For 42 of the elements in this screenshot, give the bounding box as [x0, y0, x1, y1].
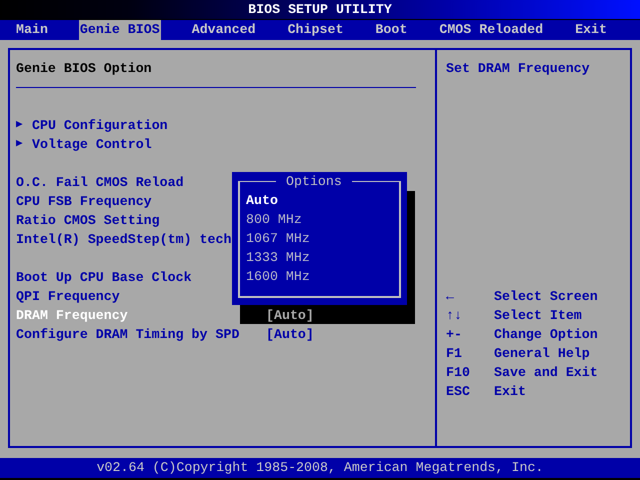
menu-tab[interactable]: Main: [15, 20, 49, 40]
setting-label[interactable]: Ratio CMOS Setting: [16, 211, 160, 230]
key-label: ←: [446, 288, 455, 306]
key-action: General Help: [494, 345, 590, 363]
option-item[interactable]: 1067 MHz: [246, 229, 310, 248]
submenu-arrow-icon: ▶: [16, 135, 32, 154]
option-item[interactable]: 1333 MHz: [246, 248, 310, 267]
option-item[interactable]: 800 MHz: [246, 210, 310, 229]
key-label: ESC: [446, 383, 471, 401]
key-action: Exit: [494, 383, 526, 401]
key-action: Select Item: [494, 307, 582, 325]
setting-value[interactable]: [Auto]: [266, 306, 314, 325]
key-action: Select Screen: [494, 288, 598, 306]
key-action: Change Option: [494, 326, 598, 344]
setting-label[interactable]: QPI Frequency: [16, 287, 120, 306]
window-title: BIOS SETUP UTILITY: [248, 2, 392, 17]
option-item[interactable]: Auto: [246, 191, 310, 210]
key-label: ↑↓: [446, 307, 463, 325]
popup-title: Options: [276, 172, 352, 191]
setting-label[interactable]: O.C. Fail CMOS Reload: [16, 173, 184, 192]
help-text: Set DRAM Frequency: [446, 60, 591, 78]
key-action: Save and Exit: [494, 364, 598, 382]
menu-tab[interactable]: Advanced: [190, 20, 257, 40]
menu-tab[interactable]: Genie BIOS: [78, 20, 161, 40]
menu-tab[interactable]: Boot: [374, 20, 408, 40]
setting-label[interactable]: CPU FSB Frequency: [16, 192, 152, 211]
panel-heading: Genie BIOS Option: [16, 60, 153, 78]
copyright-text: v02.64 (C)Copyright 1985-2008, American Megatrends, Inc.: [96, 460, 544, 475]
menu-tab[interactable]: Exit: [574, 20, 608, 40]
setting-label[interactable]: Configure DRAM Timing by SPD: [16, 325, 240, 344]
menu-tab[interactable]: CMOS Reloaded: [438, 20, 544, 40]
setting-label[interactable]: Intel(R) SpeedStep(tm) tech: [16, 230, 232, 249]
option-item[interactable]: 1600 MHz: [246, 267, 310, 286]
submenu-item[interactable]: Voltage Control: [32, 135, 152, 154]
key-label: F10: [446, 364, 471, 382]
submenu-item[interactable]: CPU Configuration: [32, 116, 168, 135]
key-label: F1: [446, 345, 463, 363]
setting-value[interactable]: [Auto]: [266, 325, 314, 344]
submenu-arrow-icon: ▶: [16, 116, 32, 135]
menu-tab[interactable]: Chipset: [286, 20, 344, 40]
setting-label[interactable]: Boot Up CPU Base Clock: [16, 268, 192, 287]
key-label: +-: [446, 326, 463, 344]
